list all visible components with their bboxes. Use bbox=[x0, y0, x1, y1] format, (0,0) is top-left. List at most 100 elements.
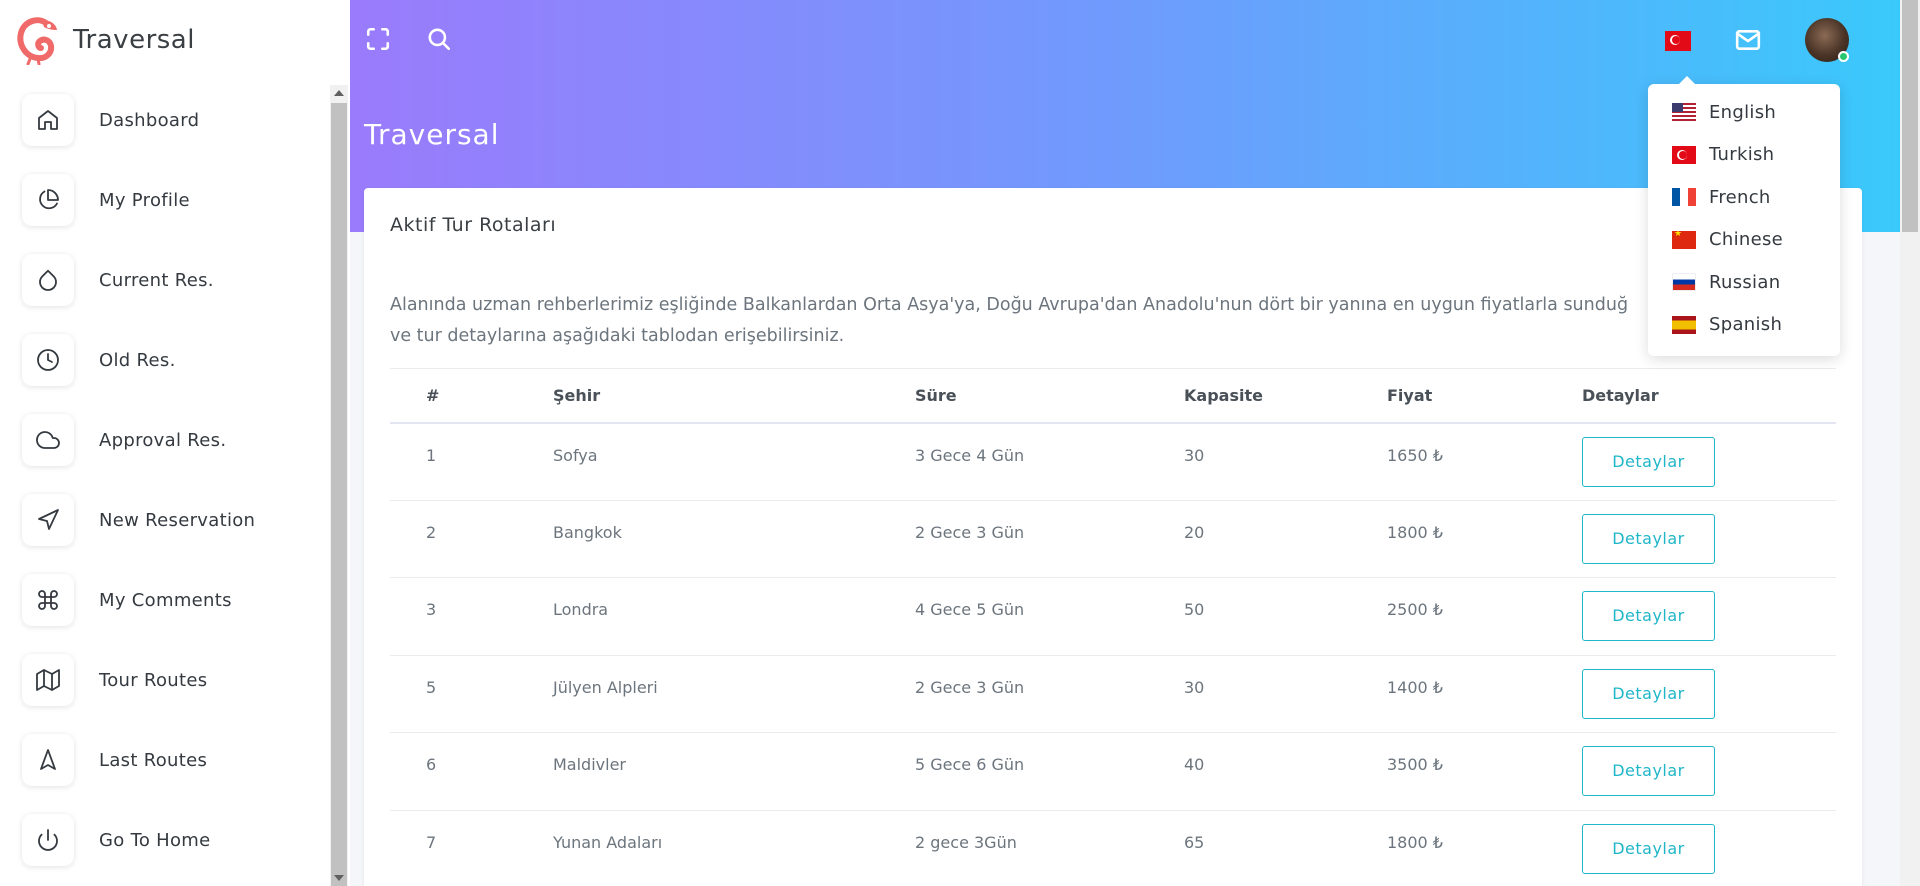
sidebar-item-label: My Comments bbox=[99, 589, 232, 611]
language-option-russian[interactable]: Russian bbox=[1648, 261, 1840, 304]
scroll-up-arrow-icon[interactable] bbox=[334, 90, 344, 96]
language-label: Spanish bbox=[1709, 314, 1783, 336]
details-button[interactable]: Detaylar bbox=[1582, 591, 1715, 641]
page-title: Traversal bbox=[364, 118, 500, 151]
tour-routes-card: Aktif Tur Rotaları Alanında uzman rehber… bbox=[364, 188, 1862, 886]
row-price: 1650 ₺ bbox=[1387, 422, 1582, 501]
table-row: 1 Sofya 3 Gece 4 Gün 30 1650 ₺ Detaylar bbox=[390, 422, 1836, 501]
sidebar-scrollbar[interactable] bbox=[330, 85, 348, 886]
sidebar-item-new-reservation[interactable]: New Reservation bbox=[0, 480, 330, 560]
details-button[interactable]: Detaylar bbox=[1582, 668, 1715, 719]
pie-chart-icon bbox=[22, 174, 74, 226]
row-number: 2 bbox=[390, 500, 553, 578]
scroll-down-arrow-icon[interactable] bbox=[334, 875, 344, 881]
mail-icon[interactable] bbox=[1735, 27, 1761, 53]
column-header-capacity: Kapasite bbox=[1184, 368, 1387, 424]
row-capacity: 40 bbox=[1184, 732, 1387, 811]
command-icon bbox=[22, 574, 74, 626]
sidebar-item-my-comments[interactable]: My Comments bbox=[0, 560, 330, 640]
clock-icon bbox=[22, 334, 74, 386]
details-button[interactable]: Detaylar bbox=[1582, 436, 1715, 487]
row-number: 7 bbox=[390, 810, 553, 886]
france-flag-icon bbox=[1672, 188, 1696, 207]
sidebar-item-tour-routes[interactable]: Tour Routes bbox=[0, 640, 330, 720]
search-icon[interactable] bbox=[426, 26, 452, 52]
details-button[interactable]: Detaylar bbox=[1582, 823, 1715, 874]
language-label: French bbox=[1709, 186, 1771, 208]
row-price: 1800 ₺ bbox=[1387, 500, 1582, 578]
row-number: 3 bbox=[390, 577, 553, 656]
language-option-turkish[interactable]: Turkish bbox=[1648, 134, 1840, 177]
row-city: Yunan Adaları bbox=[553, 810, 915, 886]
table-header-row: # Şehir Süre Kapasite Fiyat Detaylar bbox=[390, 368, 1836, 424]
row-capacity: 30 bbox=[1184, 655, 1387, 733]
row-capacity: 50 bbox=[1184, 577, 1387, 656]
home-icon bbox=[22, 94, 74, 146]
row-city: Londra bbox=[553, 577, 915, 656]
row-capacity: 20 bbox=[1184, 500, 1387, 578]
table-row: 3 Londra 4 Gece 5 Gün 50 2500 ₺ Detaylar bbox=[390, 577, 1836, 656]
language-option-chinese[interactable]: Chinese bbox=[1648, 219, 1840, 262]
row-city: Jülyen Alpleri bbox=[553, 655, 915, 733]
fullscreen-icon[interactable] bbox=[365, 26, 391, 52]
details-button[interactable]: Detaylar bbox=[1582, 746, 1715, 796]
page-scrollbar[interactable] bbox=[1900, 0, 1920, 886]
row-number: 1 bbox=[390, 422, 553, 501]
power-icon bbox=[22, 814, 74, 866]
row-number: 6 bbox=[390, 732, 553, 811]
navigation-icon bbox=[22, 734, 74, 786]
row-duration: 2 Gece 3 Gün bbox=[915, 655, 1184, 733]
brand[interactable]: Traversal bbox=[0, 0, 350, 80]
russia-flag-icon bbox=[1672, 273, 1696, 292]
column-header-price: Fiyat bbox=[1387, 368, 1582, 424]
language-label: Turkish bbox=[1709, 144, 1775, 166]
sidebar-item-label: Approval Res. bbox=[99, 429, 227, 451]
china-flag-icon bbox=[1672, 230, 1696, 249]
chameleon-logo-icon bbox=[17, 17, 57, 65]
sidebar-scrollbar-thumb[interactable] bbox=[331, 103, 347, 886]
turkey-flag-icon bbox=[1672, 145, 1696, 164]
details-button[interactable]: Detaylar bbox=[1582, 513, 1715, 564]
table-row: 7 Yunan Adaları 2 gece 3Gün 65 1800 ₺ De… bbox=[390, 810, 1836, 886]
language-option-french[interactable]: French bbox=[1648, 176, 1840, 219]
sidebar-item-dashboard[interactable]: Dashboard bbox=[0, 80, 330, 160]
card-description: Alanında uzman rehberlerimiz eşliğinde B… bbox=[390, 295, 1629, 346]
sidebar-item-label: Dashboard bbox=[99, 109, 200, 131]
language-option-english[interactable]: English bbox=[1648, 91, 1840, 134]
row-details-cell: Detaylar bbox=[1582, 422, 1836, 501]
sidebar-item-label: Old Res. bbox=[99, 349, 176, 371]
row-duration: 4 Gece 5 Gün bbox=[915, 577, 1184, 656]
sidebar-item-label: Go To Home bbox=[99, 829, 211, 851]
language-label: Russian bbox=[1709, 271, 1781, 293]
sidebar-item-last-routes[interactable]: Last Routes bbox=[0, 720, 330, 800]
sidebar-item-label: Current Res. bbox=[99, 269, 214, 291]
brand-name: Traversal bbox=[73, 25, 195, 55]
language-label: Chinese bbox=[1709, 229, 1784, 251]
table-row: 2 Bangkok 2 Gece 3 Gün 20 1800 ₺ Detayla… bbox=[390, 500, 1836, 578]
sidebar-item-approval-res[interactable]: Approval Res. bbox=[0, 400, 330, 480]
row-price: 1800 ₺ bbox=[1387, 810, 1582, 886]
table-row: 5 Jülyen Alpleri 2 Gece 3 Gün 30 1400 ₺ … bbox=[390, 655, 1836, 733]
table-row: 6 Maldivler 5 Gece 6 Gün 40 3500 ₺ Detay… bbox=[390, 732, 1836, 811]
column-header-number: # bbox=[390, 368, 553, 424]
sidebar-item-my-profile[interactable]: My Profile bbox=[0, 160, 330, 240]
cloud-icon bbox=[22, 414, 74, 466]
row-duration: 2 Gece 3 Gün bbox=[915, 500, 1184, 578]
sidebar-item-old-res[interactable]: Old Res. bbox=[0, 320, 330, 400]
map-icon bbox=[22, 654, 74, 706]
tour-routes-table: # Şehir Süre Kapasite Fiyat Detaylar 1 S… bbox=[390, 368, 1836, 886]
row-duration: 3 Gece 4 Gün bbox=[915, 422, 1184, 501]
sidebar-item-go-to-home[interactable]: Go To Home bbox=[0, 800, 330, 880]
sidebar-item-label: Last Routes bbox=[99, 749, 208, 771]
language-option-spanish[interactable]: Spanish bbox=[1648, 304, 1840, 347]
turkey-flag-icon[interactable] bbox=[1665, 31, 1691, 51]
sidebar-nav: Dashboard My Profile Current Res. Old Re… bbox=[0, 80, 330, 886]
row-details-cell: Detaylar bbox=[1582, 810, 1836, 886]
send-icon bbox=[22, 494, 74, 546]
droplet-icon bbox=[22, 254, 74, 306]
sidebar-item-current-res[interactable]: Current Res. bbox=[0, 240, 330, 320]
row-details-cell: Detaylar bbox=[1582, 577, 1836, 656]
page-scrollbar-thumb[interactable] bbox=[1902, 0, 1918, 232]
row-duration: 5 Gece 6 Gün bbox=[915, 732, 1184, 811]
row-price: 2500 ₺ bbox=[1387, 577, 1582, 656]
